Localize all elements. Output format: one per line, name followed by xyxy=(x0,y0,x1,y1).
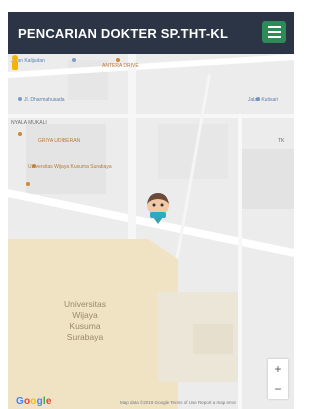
map-canvas xyxy=(8,54,294,409)
map-label: TK xyxy=(278,138,285,144)
map-label: Jl. Dharmahusada xyxy=(24,97,65,103)
app-header: PENCARIAN DOKTER SP.THT-KL xyxy=(8,12,294,54)
google-logo[interactable]: Google xyxy=(16,396,52,407)
map-label: NYALA MUKALI xyxy=(11,120,47,126)
page-title: PENCARIAN DOKTER SP.THT-KL xyxy=(18,25,229,41)
app-frame: PENCARIAN DOKTER SP.THT-KL Jalan Kalijud… xyxy=(8,12,294,409)
map-label: GRIYA UDIBERAN xyxy=(38,138,81,144)
zoom-in-button[interactable]: + xyxy=(268,359,288,379)
doctor-avatar-icon[interactable] xyxy=(143,191,173,225)
map-footer[interactable]: Map data ©2019 Google Terms of Use Repor… xyxy=(120,400,236,405)
zoom-control: + − xyxy=(268,359,288,399)
hamburger-menu-icon[interactable] xyxy=(262,21,286,43)
map-view[interactable]: Jalan Kalijudan ANTERA DRIVE Jl. Dharmah… xyxy=(8,54,294,409)
map-label: ANTERA DRIVE xyxy=(102,63,139,69)
campus-label: Universitas Wijaya Kusuma Surabaya xyxy=(63,299,107,342)
zoom-out-button[interactable]: − xyxy=(268,379,288,399)
map-label: Jalan Kutisari xyxy=(248,97,279,103)
pegman-icon[interactable] xyxy=(8,54,22,72)
map-label: Universitas Wijaya Kusuma Surabaya xyxy=(28,164,112,170)
